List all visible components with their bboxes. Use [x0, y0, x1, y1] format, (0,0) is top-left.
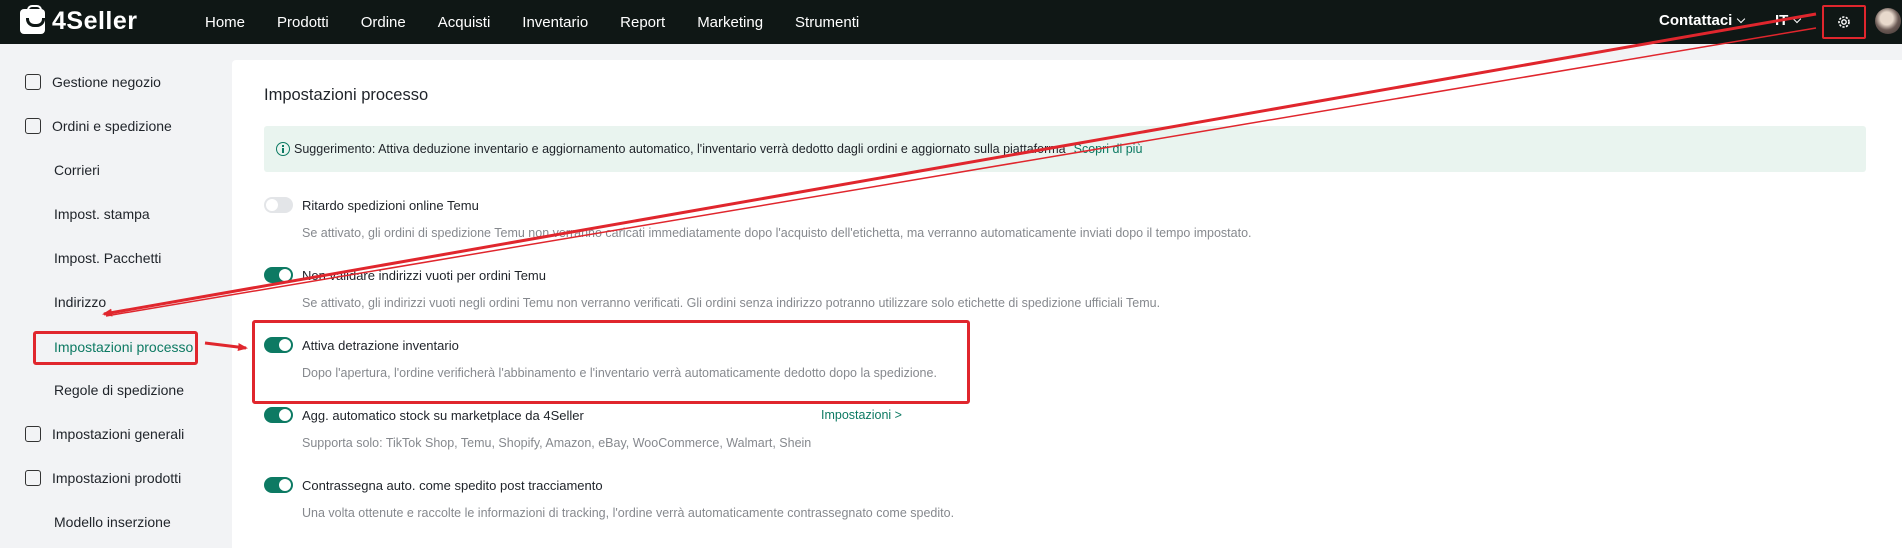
option-title: Contrassegna auto. come spedito post tra…	[302, 478, 603, 493]
option-description: Se attivato, gli indirizzi vuoti negli o…	[302, 296, 1161, 310]
sidebar-item-label: Ordini e spedizione	[52, 118, 172, 134]
contact-label: Contattaci	[1659, 12, 1733, 29]
sidebar-item-label: Corrieri	[54, 162, 100, 178]
sidebar-item-label: Impost. stampa	[54, 206, 150, 222]
chevron-down-icon	[1737, 14, 1746, 24]
brand-name: 4Seller	[52, 7, 138, 35]
sidebar-item-gestione-negozio[interactable]: Gestione negozio	[0, 67, 161, 97]
tip-banner: Suggerimento: Attiva deduzione inventari…	[264, 126, 1866, 172]
sidebar-item-impost-stampa[interactable]: Impost. stampa	[0, 199, 150, 229]
option-description: Supporta solo: TikTok Shop, Temu, Shopif…	[302, 436, 812, 450]
tip-text: Suggerimento: Attiva deduzione inventari…	[294, 142, 1066, 156]
sidebar-item-label: Impost. Pacchetti	[54, 250, 162, 266]
sidebar-item-regole-spedizione[interactable]: Regole di spedizione	[0, 375, 184, 405]
sidebar-item-ordini-spedizione[interactable]: Ordini e spedizione	[0, 111, 172, 141]
toggle-agg-stock-marketplace[interactable]	[264, 407, 293, 423]
sidebar-item-corrieri[interactable]: Corrieri	[0, 155, 100, 185]
sidebar-item-label: Impostazioni prodotti	[52, 470, 182, 486]
sidebar-item-indirizzo[interactable]: Indirizzo	[0, 287, 106, 317]
info-icon	[276, 142, 290, 156]
upload-box-icon	[25, 470, 41, 486]
shopping-bag-icon	[20, 5, 45, 34]
contact-dropdown[interactable]: Contattaci	[1659, 12, 1746, 29]
nav-report[interactable]: Report	[620, 14, 665, 31]
order-icon	[25, 118, 41, 134]
nav-strumenti[interactable]: Strumenti	[795, 14, 859, 31]
printer-icon	[25, 426, 41, 442]
nav-prodotti[interactable]: Prodotti	[277, 14, 329, 31]
sidebar-item-label: Regole di spedizione	[54, 382, 184, 398]
sidebar-item-label: Gestione negozio	[52, 74, 161, 90]
gear-icon	[1838, 16, 1850, 28]
toggle-contrassegna-spedito[interactable]	[264, 477, 293, 493]
sidebar-item-modello-inserzione[interactable]: Modello inserzione	[0, 507, 171, 537]
settings-button[interactable]	[1822, 5, 1866, 39]
sidebar-item-label: Impostazioni generali	[52, 426, 185, 442]
language-dropdown[interactable]: IT	[1775, 12, 1802, 29]
toggle-ritardo-spedizioni-temu[interactable]	[264, 197, 293, 213]
option-title: Agg. automatico stock su marketplace da …	[302, 408, 584, 423]
impostazioni-link[interactable]: Impostazioni >	[821, 408, 902, 422]
top-navigation-bar: 4Seller Home Prodotti Ordine Acquisti In…	[0, 0, 1902, 44]
option-description: Una volta ottenute e raccolte le informa…	[302, 506, 955, 520]
option-title: Ritardo spedizioni online Temu	[302, 198, 479, 213]
sidebar-item-label: Modello inserzione	[54, 514, 171, 530]
nav-ordine[interactable]: Ordine	[361, 14, 406, 31]
highlight-box-sidebar	[33, 331, 198, 365]
highlight-box-option	[252, 320, 970, 404]
nav-marketing[interactable]: Marketing	[697, 14, 763, 31]
sidebar-item-label: Indirizzo	[54, 294, 107, 310]
main-nav: Home Prodotti Ordine Acquisti Inventario…	[205, 0, 891, 44]
shop-icon	[25, 74, 41, 90]
option-description: Se attivato, gli ordini di spedizione Te…	[302, 226, 1252, 240]
sidebar-item-impostazioni-prodotti[interactable]: Impostazioni prodotti	[0, 463, 181, 493]
chevron-down-icon	[1793, 14, 1802, 24]
nav-inventario[interactable]: Inventario	[522, 14, 588, 31]
sidebar-item-impost-pacchetti[interactable]: Impost. Pacchetti	[0, 243, 161, 273]
language-label: IT	[1775, 12, 1789, 29]
option-title: Non validare indirizzi vuoti per ordini …	[302, 268, 546, 283]
brand-logo[interactable]: 4Seller	[20, 5, 138, 36]
avatar[interactable]	[1875, 8, 1901, 34]
toggle-non-validare-indirizzi[interactable]	[264, 267, 293, 283]
sidebar-item-impostazioni-generali[interactable]: Impostazioni generali	[0, 419, 184, 449]
page-title: Impostazioni processo	[264, 86, 429, 104]
nav-home[interactable]: Home	[205, 14, 245, 31]
nav-acquisti[interactable]: Acquisti	[438, 14, 491, 31]
learn-more-link[interactable]: Scopri di più	[1074, 142, 1143, 156]
